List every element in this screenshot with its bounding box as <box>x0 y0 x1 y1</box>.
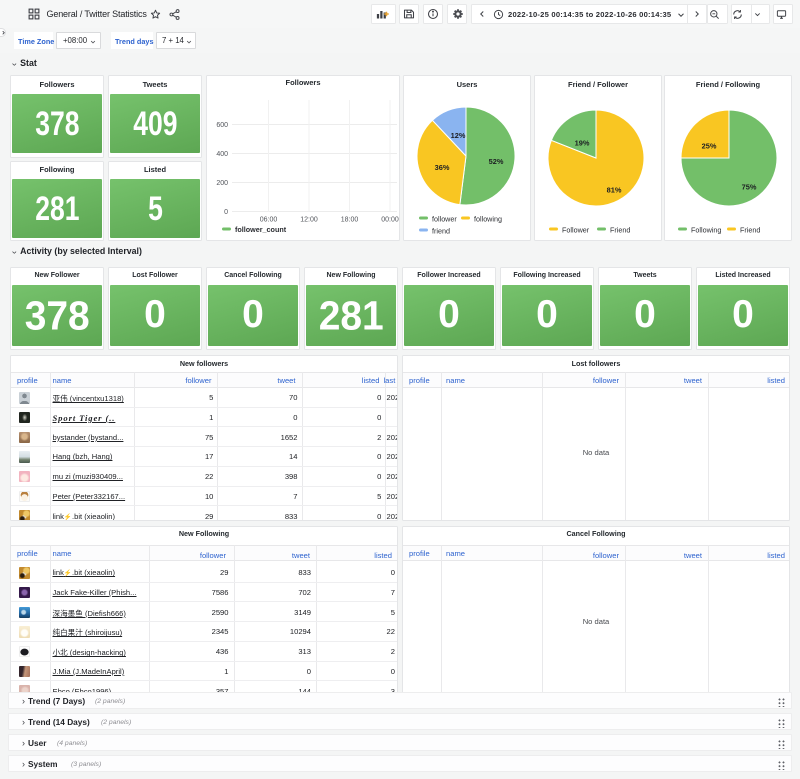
svg-text:36%: 36% <box>435 163 450 172</box>
svg-text:friend: friend <box>432 227 450 236</box>
svg-text:00:00: 00:00 <box>381 217 399 224</box>
svg-text:12%: 12% <box>451 131 466 140</box>
svg-text:75%: 75% <box>742 183 757 192</box>
svg-text:follower_count: follower_count <box>235 225 287 234</box>
svg-text:81%: 81% <box>607 186 622 195</box>
svg-text:0: 0 <box>224 209 228 216</box>
svg-text:200: 200 <box>216 180 228 187</box>
svg-text:18:00: 18:00 <box>341 217 359 224</box>
svg-text:follower: follower <box>432 215 457 224</box>
svg-text:600: 600 <box>216 122 228 129</box>
svg-text:52%: 52% <box>489 157 504 166</box>
svg-text:Follower: Follower <box>562 226 590 235</box>
svg-text:19%: 19% <box>575 139 590 148</box>
svg-text:following: following <box>474 215 502 224</box>
svg-text:Following: Following <box>691 226 721 235</box>
svg-text:Friend: Friend <box>610 226 630 235</box>
svg-text:25%: 25% <box>702 142 717 151</box>
svg-text:Friend: Friend <box>740 226 760 235</box>
svg-text:06:00: 06:00 <box>260 217 278 224</box>
svg-text:400: 400 <box>216 151 228 158</box>
svg-text:12:00: 12:00 <box>300 217 318 224</box>
